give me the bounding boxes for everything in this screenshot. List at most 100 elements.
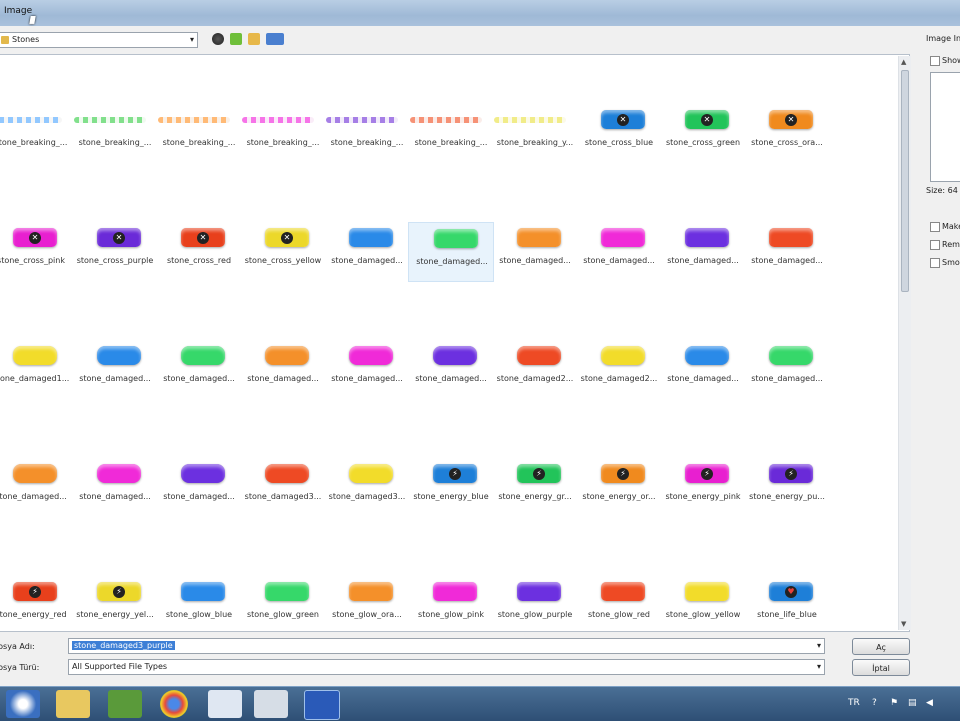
document-icon[interactable] <box>208 690 242 718</box>
file-item[interactable]: stone_breaking_... <box>72 104 158 164</box>
network-icon[interactable] <box>108 690 142 718</box>
chrome-icon[interactable] <box>160 690 188 718</box>
file-item[interactable]: ⚡ stone_energy_gr... <box>492 458 578 518</box>
folder-combo[interactable]: Stones ▾ <box>0 32 198 48</box>
file-item[interactable]: stone_damaged1... <box>0 340 74 400</box>
file-item[interactable]: ⚡ stone_energy_yel... <box>72 576 158 636</box>
scrollbar-thumb[interactable] <box>901 70 909 292</box>
file-item[interactable]: stone_damaged... <box>0 458 74 518</box>
file-item[interactable]: ✕ stone_cross_pink <box>0 222 74 282</box>
stone-breaking-thumbnail <box>0 117 62 123</box>
file-item-label: stone_glow_purple <box>497 610 573 619</box>
show-checkbox[interactable] <box>930 56 940 66</box>
file-item[interactable]: stone_damaged... <box>72 340 158 400</box>
file-item-label: stone_cross_purple <box>76 256 154 265</box>
new-folder-icon[interactable] <box>248 33 260 45</box>
file-item[interactable]: stone_glow_blue <box>156 576 242 636</box>
file-item-label: stone_glow_pink <box>418 610 484 619</box>
file-item[interactable]: stone_glow_green <box>240 576 326 636</box>
option-checkbox-3[interactable] <box>930 258 940 268</box>
file-item-label: stone_damaged... <box>79 492 151 501</box>
settings-gear-icon[interactable] <box>254 690 288 718</box>
open-button[interactable]: Aç <box>852 638 910 655</box>
file-item[interactable]: ✕ stone_cross_green <box>660 104 746 164</box>
file-item[interactable]: stone_breaking_... <box>408 104 494 164</box>
file-item[interactable]: ⚡ stone_energy_pu... <box>744 458 830 518</box>
file-item[interactable]: stone_glow_pink <box>408 576 494 636</box>
cancel-button[interactable]: İptal <box>852 659 910 676</box>
file-item[interactable]: ✕ stone_cross_ora... <box>744 104 830 164</box>
file-item[interactable]: ✕ stone_cross_red <box>156 222 242 282</box>
file-item[interactable]: stone_damaged... <box>408 340 494 400</box>
file-item[interactable]: stone_glow_yellow <box>660 576 746 636</box>
file-item[interactable]: stone_breaking_... <box>324 104 410 164</box>
file-item[interactable]: stone_damaged... <box>324 340 410 400</box>
file-item[interactable]: stone_damaged... <box>660 340 746 400</box>
file-item[interactable]: stone_damaged2... <box>576 340 662 400</box>
network-tray-icon[interactable]: ▤ <box>908 698 917 708</box>
stone-thumbnail <box>517 228 561 247</box>
file-item[interactable]: stone_glow_red <box>576 576 662 636</box>
back-icon[interactable] <box>212 33 224 45</box>
file-item[interactable]: stone_damaged... <box>660 222 746 282</box>
file-item[interactable]: stone_damaged... <box>576 222 662 282</box>
file-item[interactable]: ✕ stone_cross_purple <box>72 222 158 282</box>
flag-icon[interactable]: ⚑ <box>890 698 898 708</box>
option-checkbox-1[interactable] <box>930 222 940 232</box>
option-checkbox-2[interactable] <box>930 240 940 250</box>
file-item-label: stone_damaged... <box>416 257 488 266</box>
stone-thumbnail <box>181 346 225 365</box>
scroll-up-icon[interactable]: ▲ <box>901 58 906 66</box>
media-player-icon[interactable] <box>6 690 40 718</box>
file-item[interactable]: stone_damaged... <box>324 222 410 282</box>
stone-thumbnail: ✕ <box>601 110 645 129</box>
stone-thumbnail <box>517 582 561 601</box>
help-icon[interactable]: ? <box>872 698 877 708</box>
window-titlebar[interactable]: Image <box>0 0 960 27</box>
file-item[interactable]: stone_damaged... <box>156 458 242 518</box>
volume-icon[interactable]: ◀ <box>926 698 933 708</box>
file-explorer-icon[interactable] <box>56 690 90 718</box>
chevron-down-icon[interactable]: ▾ <box>817 641 821 650</box>
filename-input[interactable]: stone_damaged3_purple ▾ <box>68 638 825 654</box>
file-item[interactable]: stone_damaged... <box>744 222 830 282</box>
file-item-label: stone_cross_ora... <box>751 138 823 147</box>
file-item[interactable]: stone_breaking_y... <box>492 104 578 164</box>
stone-thumbnail <box>685 582 729 601</box>
scroll-down-icon[interactable]: ▼ <box>901 620 906 628</box>
file-item-label: stone_damaged... <box>751 256 823 265</box>
file-item-label: stone_glow_yellow <box>665 610 741 619</box>
file-item[interactable]: stone_breaking_... <box>240 104 326 164</box>
file-item[interactable]: ⚡ stone_energy_or... <box>576 458 662 518</box>
file-item[interactable]: stone_damaged... <box>240 340 326 400</box>
file-item[interactable]: ⚡ stone_energy_pink <box>660 458 746 518</box>
file-item[interactable]: ✕ stone_cross_blue <box>576 104 662 164</box>
file-item[interactable]: ✕ stone_cross_yellow <box>240 222 326 282</box>
file-item-label: stone_damaged2... <box>580 374 658 383</box>
file-item[interactable]: stone_damaged3... <box>324 458 410 518</box>
file-item[interactable]: stone_glow_purple <box>492 576 578 636</box>
filetype-select[interactable]: All Supported File Types ▾ <box>68 659 825 675</box>
file-item-label: stone_energy_pu... <box>749 492 825 501</box>
file-item[interactable]: stone_damaged... <box>72 458 158 518</box>
stone-thumbnail: ⚡ <box>769 464 813 483</box>
stone-breaking-thumbnail <box>158 117 230 123</box>
file-item[interactable]: stone_breaking_... <box>156 104 242 164</box>
vertical-scrollbar[interactable]: ▲ ▼ <box>898 56 911 630</box>
file-item[interactable]: stone_damaged... <box>492 222 578 282</box>
file-item[interactable]: stone_breaking_... <box>0 104 74 164</box>
file-item[interactable]: stone_glow_ora... <box>324 576 410 636</box>
language-indicator[interactable]: TR <box>848 698 860 708</box>
chevron-down-icon[interactable]: ▾ <box>817 662 821 671</box>
file-item[interactable]: stone_damaged3... <box>240 458 326 518</box>
file-item[interactable]: ⚡ stone_energy_red <box>0 576 74 636</box>
app-window-icon[interactable] <box>304 690 340 720</box>
up-folder-icon[interactable] <box>230 33 242 45</box>
file-item[interactable]: ♥ stone_life_blue <box>744 576 830 636</box>
file-item[interactable]: stone_damaged... <box>408 222 494 282</box>
file-item[interactable]: stone_damaged... <box>744 340 830 400</box>
file-item[interactable]: ⚡ stone_energy_blue <box>408 458 494 518</box>
view-menu-icon[interactable] <box>266 33 284 45</box>
file-item[interactable]: stone_damaged2... <box>492 340 578 400</box>
file-item[interactable]: stone_damaged... <box>156 340 242 400</box>
